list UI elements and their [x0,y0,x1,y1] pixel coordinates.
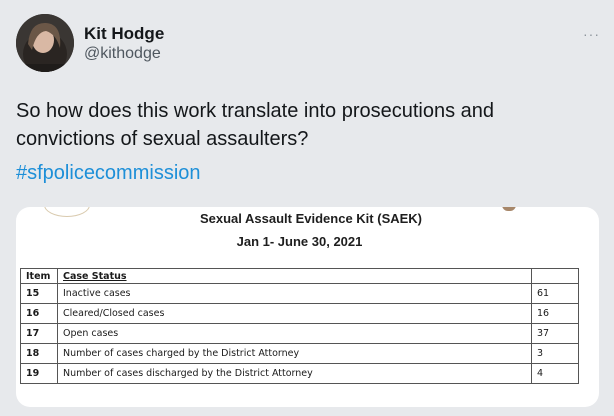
avatar-photo [16,14,74,72]
row-value: 16 [531,303,579,324]
row-item: 16 [20,303,58,324]
row-status: Cleared/Closed cases [57,303,532,324]
row-item: 15 [20,283,58,304]
author-name[interactable]: Kit Hodge [84,24,164,44]
row-status: Inactive cases [57,283,532,304]
document-date-range: Jan 1- June 30, 2021 [236,234,363,249]
table-row: 16 Cleared/Closed cases 16 [20,303,579,324]
tweet-text: So how does this work translate into pro… [16,100,495,150]
row-value: 4 [531,363,579,384]
attached-image[interactable]: Sexual Assault Evidence Kit (SAEK) Jan 1… [16,207,599,407]
row-status: Number of cases charged by the District … [57,343,532,364]
row-item: 19 [20,363,58,384]
hashtag-link[interactable]: #sfpolicecommission [16,162,201,185]
more-options-icon[interactable]: ··· [583,26,600,42]
document-title: Sexual Assault Evidence Kit (SAEK) [199,211,423,226]
table-row: 17 Open cases 37 [20,323,579,344]
avatar[interactable] [16,14,74,72]
row-value: 61 [531,283,579,304]
table-row: 19 Number of cases discharged by the Dis… [20,363,579,384]
table-row: 15 Inactive cases 61 [20,283,579,304]
row-item: 17 [20,323,58,344]
row-value: 37 [531,323,579,344]
case-status-table: Item Case Status 15 Inactive cases 61 16… [20,268,579,384]
row-item: 18 [20,343,58,364]
table-row: 18 Number of cases charged by the Distri… [20,343,579,364]
author-handle[interactable]: @kithodge [84,45,161,63]
header-item: Item [20,268,58,284]
table-header-row: Item Case Status [20,268,579,284]
row-value: 3 [531,343,579,364]
header-case-status: Case Status [57,268,532,284]
header-value [531,268,579,284]
row-status: Number of cases discharged by the Distri… [57,363,532,384]
row-status: Open cases [57,323,532,344]
